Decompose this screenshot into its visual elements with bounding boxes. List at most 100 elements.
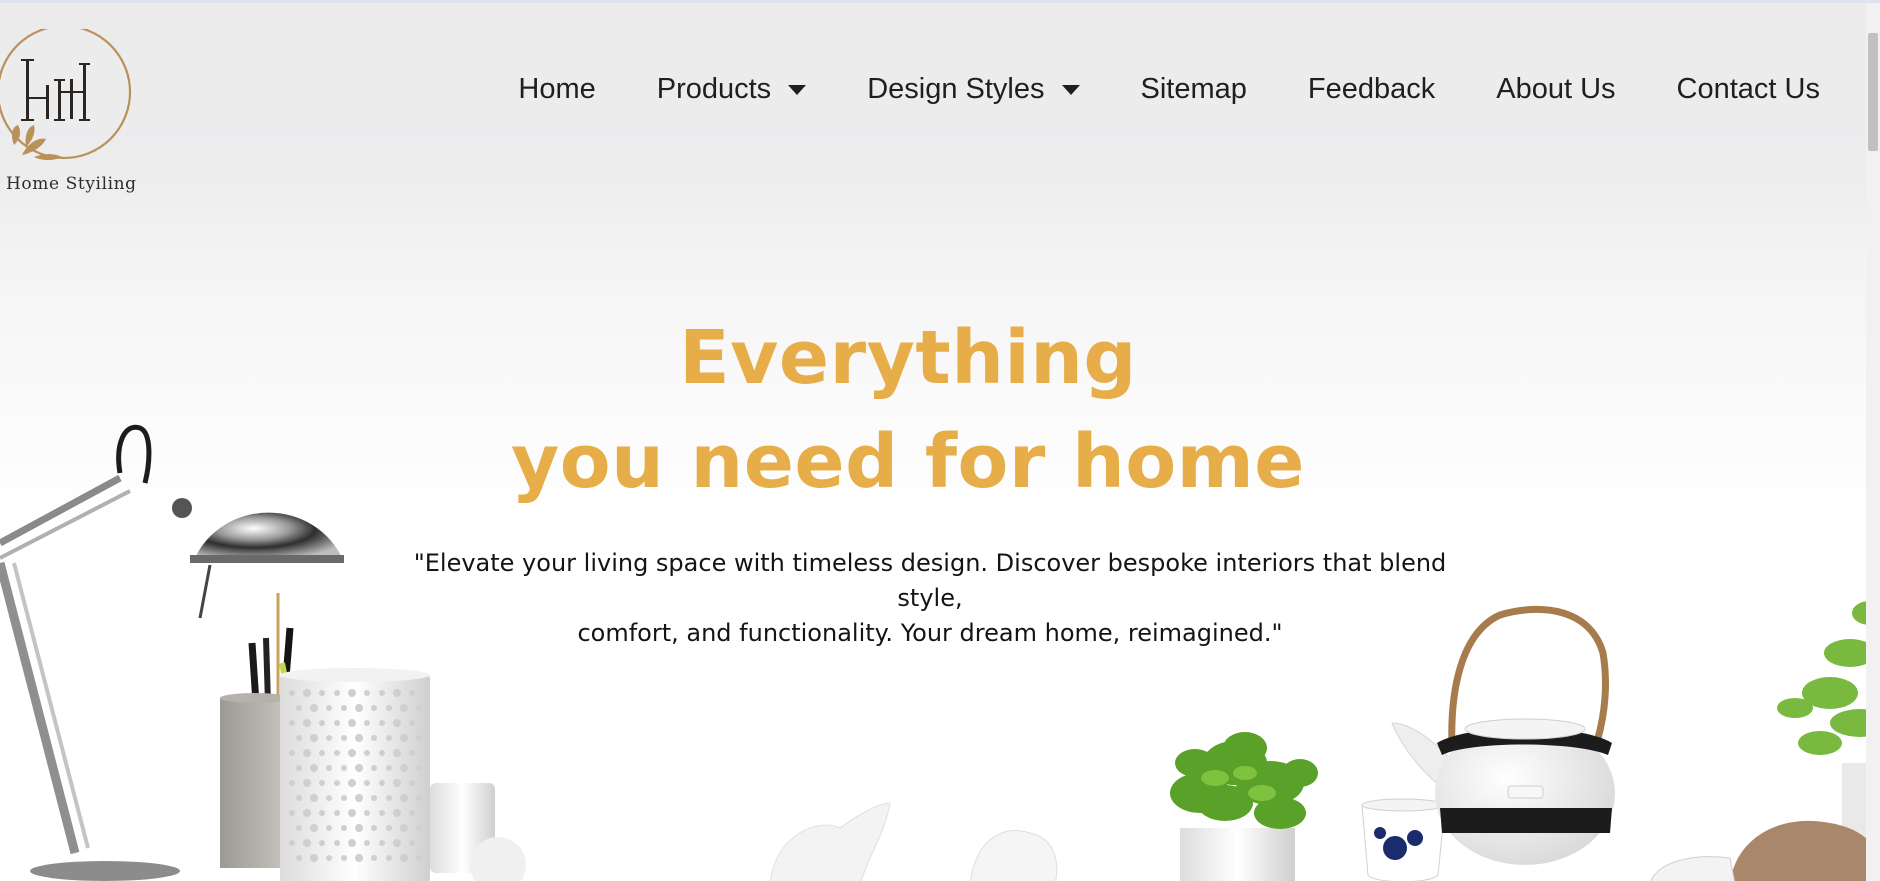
cup-perforation [386,855,392,861]
cup-perforation [319,690,325,696]
cup-perforation [386,825,392,831]
cup-perforation [348,689,356,697]
cup-perforation [393,749,401,757]
cup-perforation [371,765,377,771]
right-plant [1777,601,1880,755]
cup-perforation [296,765,302,771]
cup-perforation [393,689,401,697]
cup-perforation [341,795,347,801]
cup-perforation [409,690,415,696]
cup-perforation [326,855,332,861]
cup-perforation [393,779,401,787]
cup-perforation [400,854,408,862]
cup-perforation [386,705,392,711]
cup-perforation [409,780,415,786]
cup-perforation [400,764,408,772]
cup-perforation [364,750,370,756]
nav-contact-us[interactable]: Contact Us [1677,73,1820,106]
cup-perforation [341,855,347,861]
nav-sitemap[interactable]: Sitemap [1141,73,1247,106]
cup-perforation [326,705,332,711]
cup-perforation [355,734,363,742]
cup-perforation [364,720,370,726]
brand-name: Home Styiling [6,174,137,194]
nav-feedback[interactable]: Feedback [1308,73,1435,106]
nav-design-styles[interactable]: Design Styles [867,73,1080,106]
pen-holder [220,593,294,868]
cup-perforation [379,750,385,756]
cup-perforation [409,750,415,756]
cup-perforation [355,764,363,772]
cup-perforation [303,779,311,787]
plant [1170,732,1318,881]
cup-perforation [289,690,295,696]
nav-about-us[interactable]: About Us [1496,73,1615,106]
cup-perforation [416,765,422,771]
cup-perforation [334,810,340,816]
cup-perforation [400,824,408,832]
cup-perforation [355,794,363,802]
cup-perforation [371,855,377,861]
cup-perforation [409,720,415,726]
page: Home Styiling Home Products Design Style… [0,0,1880,881]
cup-perforation [364,810,370,816]
cup-perforation [310,854,318,862]
cup-perforation [289,750,295,756]
nav-home-label: Home [518,73,596,105]
cup-perforation [319,840,325,846]
cup-perforation [393,719,401,727]
cup-perforation [371,795,377,801]
cup-perforation [319,810,325,816]
cup-perforation [341,735,347,741]
nav-products-label: Products [656,73,772,105]
perforated-cup [280,668,430,881]
cup-perforation [416,795,422,801]
cup-perforation [303,749,311,757]
cup-perforation [341,765,347,771]
scrollbar-thumb[interactable] [1868,33,1878,151]
cup-perforation [379,840,385,846]
nav-design-styles-label: Design Styles [867,73,1045,105]
cup-perforation [326,825,332,831]
cup-perforation [289,720,295,726]
cup-perforation [416,705,422,711]
cup-perforation [355,704,363,712]
cup-perforation [303,689,311,697]
nav-products[interactable]: Products [656,73,807,106]
hero-quote: "Elevate your living space with timeless… [390,546,1470,651]
cup-perforation [326,765,332,771]
nav-home[interactable]: Home [518,73,595,106]
cup-perforation [400,704,408,712]
cup-perforation [310,764,318,772]
cup-perforation [348,749,356,757]
page-scrollbar[interactable] [1866,3,1880,881]
main-nav: Home Products Design Styles Sitemap Feed… [518,73,1820,106]
chevron-down-icon [1061,84,1080,95]
cup-perforation [416,735,422,741]
cup-perforation [341,825,347,831]
cup-perforation [348,809,356,817]
cup-perforation [341,705,347,711]
cup-perforation [409,840,415,846]
cup-perforation [364,840,370,846]
cup-perforation [371,825,377,831]
cup-perforation [303,719,311,727]
cup-perforation [289,840,295,846]
hero-title-line-2: you need for home [511,419,1305,505]
nav-about-us-label: About Us [1496,73,1616,105]
brand-logo[interactable]: Home Styiling [0,24,140,194]
cup-perforation [409,810,415,816]
cup-perforation [348,779,356,787]
cup-perforation [326,735,332,741]
cup-perforation [334,780,340,786]
nav-feedback-label: Feedback [1307,73,1436,105]
cup-perforation [296,825,302,831]
cup-perforation [310,794,318,802]
hero-title-line-1: Everything [679,315,1137,401]
hero-quote-line-1: "Elevate your living space with timeless… [413,549,1447,612]
nav-sitemap-label: Sitemap [1140,73,1247,105]
cup-perforation [371,735,377,741]
cup-perforation [393,809,401,817]
cup-perforation [334,750,340,756]
cup-perforation [334,690,340,696]
